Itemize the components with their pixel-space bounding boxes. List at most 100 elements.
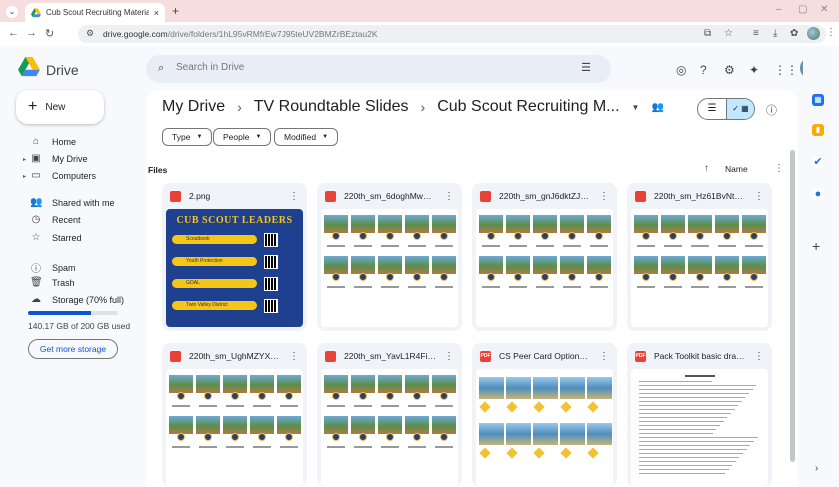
sidebar-item-my-drive[interactable]: ▣ My Drive [30,153,87,164]
calendar-icon[interactable]: ▦ [812,94,824,106]
gemini-sparkle-icon[interactable]: ✦ [749,63,759,77]
more-actions-icon[interactable]: ⋮ [289,351,299,362]
minimize-icon[interactable]: – [776,4,782,15]
bookmark-star-icon[interactable]: ☆ [724,28,733,39]
forward-icon[interactable]: → [26,27,37,39]
window-close-icon[interactable]: ✕ [820,4,828,15]
settings-gear-icon[interactable]: ⚙ [724,63,735,77]
browser-profile-avatar[interactable] [807,27,820,40]
browser-menu-icon[interactable]: ⋮ [826,27,836,38]
search-input[interactable] [176,62,556,73]
new-button[interactable]: + New [16,90,104,124]
more-actions-icon[interactable]: ⋮ [754,191,764,202]
install-app-icon[interactable]: ⧉ [704,28,711,39]
file-card[interactable]: 220th_sm_Hz61BvNt7J... ⋮ [627,183,772,331]
url-text[interactable]: drive.google.com/drive/folders/1hL95vRMf… [103,29,378,39]
flyer-thumbnail [560,256,584,294]
more-actions-icon[interactable]: ⋮ [444,351,454,362]
breadcrumb-parent-folder[interactable]: TV Roundtable Slides [254,98,409,116]
tab-close-icon[interactable]: × [154,8,159,18]
sidebar-item-starred[interactable]: ☆ Starred [30,232,82,243]
file-thumbnail[interactable] [166,369,303,487]
reload-icon[interactable]: ↻ [45,27,54,40]
new-button-label: New [45,101,66,113]
add-addon-icon[interactable]: + [812,238,820,254]
site-info-icon[interactable]: ⚙ [86,28,94,39]
filter-chip-type[interactable]: Type ▼ [162,128,213,146]
file-card[interactable]: 220th_sm_YavL1R4Fi61... ⋮ [317,343,462,487]
file-name[interactable]: 220th_sm_Hz61BvNt7J... [654,191,746,201]
breadcrumb-my-drive[interactable]: My Drive [162,98,225,116]
file-card[interactable]: 220th_sm_gnJ6dktZJ8l... ⋮ [472,183,617,331]
drive-logo-icon[interactable] [18,57,40,77]
sidebar-item-recent[interactable]: ◷ Recent [30,214,81,225]
keep-icon[interactable]: ▮ [812,124,824,136]
file-name[interactable]: 220th_sm_YavL1R4Fi61... [344,351,436,361]
search-icon[interactable]: ⌕ [158,62,164,75]
help-icon[interactable]: ? [700,63,707,77]
sidebar-item-spam[interactable]: ⓘ Spam [30,260,76,276]
grid-view-icon[interactable]: ✓ ▦ [725,99,754,119]
file-name[interactable]: CS Peer Card Options.... [499,351,591,361]
new-tab-button[interactable]: + [172,4,179,18]
list-view-icon[interactable]: ☰ [698,99,726,119]
expand-caret-icon[interactable]: ▸ [23,173,26,180]
apps-grid-icon[interactable]: ⋮⋮ [774,63,798,77]
more-actions-icon[interactable]: ⋮ [444,191,454,202]
downloads-icon[interactable]: ⤓ [773,28,777,39]
maximize-icon[interactable]: ▢ [798,4,807,15]
filter-chip-people[interactable]: People ▼ [213,128,272,146]
sidebar-item-trash[interactable]: 🗑 Trash [30,277,75,288]
file-card[interactable]: PDF Pack Toolkit basic draft... ⋮ [627,343,772,487]
files-section-label: Files [148,165,168,175]
sort-direction-icon[interactable]: ↑ [704,163,709,174]
file-name[interactable]: Pack Toolkit basic draft... [654,351,746,361]
hide-panel-chevron-icon[interactable]: › [815,463,818,474]
more-actions-icon[interactable]: ⋮ [599,191,609,202]
file-card[interactable]: PDF CS Peer Card Options.... ⋮ [472,343,617,487]
address-bar[interactable]: ⚙ drive.google.com/drive/folders/1hL95vR… [78,25,826,43]
sidebar-item-shared-with-me[interactable]: 👥 Shared with me [30,197,115,208]
file-name[interactable]: 220th_sm_UghMZYXqe... [189,351,281,361]
file-card[interactable]: 220th_sm_6doghMwwlj... ⋮ [317,183,462,331]
sort-by-label[interactable]: Name [725,164,748,174]
file-card[interactable]: 2.png ⋮ CUB SCOUT LEADERS Scoutbook Yout… [162,183,307,331]
sort-options-icon[interactable]: ⋮ [774,163,784,174]
sidebar-item-computers[interactable]: ▭ Computers [30,170,96,181]
get-more-storage-button[interactable]: Get more storage [28,339,118,359]
file-thumbnail[interactable]: CUB SCOUT LEADERS Scoutbook Youth Protec… [166,209,303,327]
file-thumbnail[interactable] [476,369,613,487]
tab-search-button[interactable]: ⌄ [6,6,18,18]
file-thumbnail[interactable] [631,369,768,487]
details-info-icon[interactable]: ⓘ [766,102,777,118]
tasks-icon[interactable]: ✔ [812,156,824,168]
browser-tab[interactable]: Cub Scout Recruiting Materials × [25,3,165,22]
breadcrumb-current-folder[interactable]: Cub Scout Recruiting M... [437,98,619,116]
more-actions-icon[interactable]: ⋮ [754,351,764,362]
file-thumbnail[interactable] [321,209,458,327]
file-thumbnail[interactable] [321,369,458,487]
sidebar-item-storage[interactable]: ☁ Storage (70% full) [30,294,124,305]
contacts-icon[interactable]: ● [812,188,824,200]
file-name[interactable]: 220th_sm_6doghMwwlj... [344,191,436,201]
extensions-icon[interactable]: ✿ [790,28,798,39]
scrollbar[interactable] [790,150,795,462]
search-options-icon[interactable]: ☰ [581,61,591,74]
file-name[interactable]: 220th_sm_gnJ6dktZJ8l... [499,191,591,201]
sidebar-item-home[interactable]: ⌂ Home [30,136,76,147]
more-actions-icon[interactable]: ⋮ [599,351,609,362]
app-name[interactable]: Drive [46,62,79,78]
chevron-down-icon: ▼ [196,134,203,140]
back-icon[interactable]: ← [8,27,19,39]
file-thumbnail[interactable] [476,209,613,327]
expand-caret-icon[interactable]: ▸ [23,156,26,163]
file-name[interactable]: 2.png [189,191,281,201]
file-thumbnail[interactable] [631,209,768,327]
media-controls-icon[interactable]: ≡ [753,28,759,39]
more-actions-icon[interactable]: ⋮ [289,191,299,202]
file-card[interactable]: 220th_sm_UghMZYXqe... ⋮ [162,343,307,487]
offline-status-icon[interactable]: ◎ [676,63,686,77]
folder-menu-dropdown-icon[interactable]: ▼ [632,103,640,112]
search-bar[interactable]: ⌕ ☰ [146,55,611,83]
filter-chip-modified[interactable]: Modified ▼ [274,128,339,146]
